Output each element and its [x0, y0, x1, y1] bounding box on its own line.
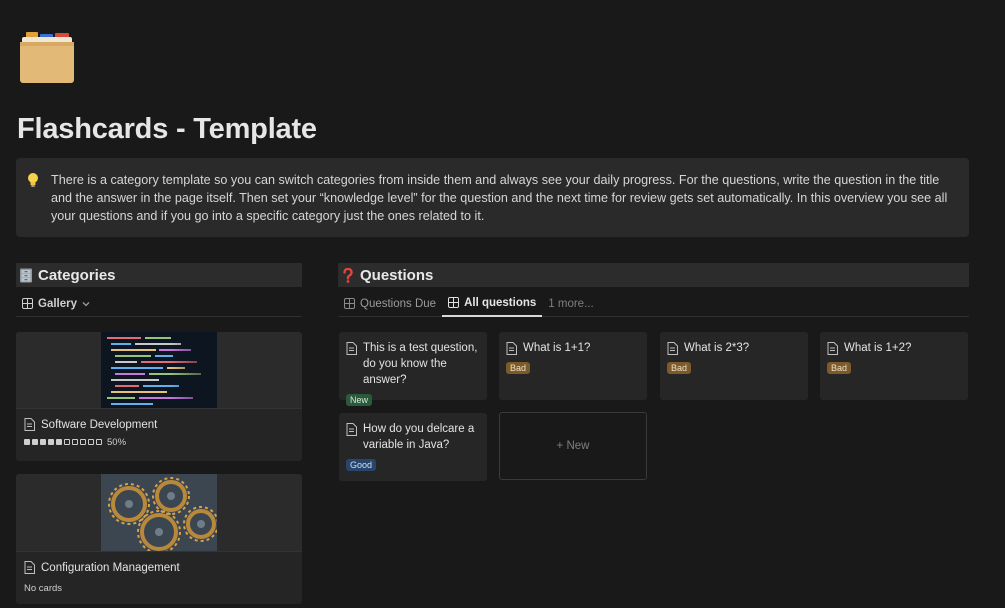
code-screen-image — [101, 332, 217, 408]
card-title: Software Development — [41, 418, 158, 431]
tab-questions-due[interactable]: Questions Due — [338, 291, 442, 317]
gallery-icon — [448, 297, 460, 308]
question-title: What is 1+2? — [844, 342, 912, 354]
card-index-folder-icon[interactable] — [18, 28, 76, 84]
tab-label: Questions Due — [360, 297, 437, 310]
page-icon — [506, 342, 517, 355]
file-cabinet-icon — [18, 267, 34, 283]
tab-all-questions[interactable]: All questions — [442, 291, 543, 317]
categories-header: Categories — [16, 263, 302, 287]
page-icon — [346, 423, 357, 436]
knowledge-tag: Bad — [827, 362, 852, 374]
progress-bar — [24, 437, 104, 448]
progress-property: 50% — [16, 431, 302, 448]
progress-square-filled — [56, 439, 62, 445]
questions-title[interactable]: Questions — [360, 267, 433, 284]
progress-square-empty — [96, 439, 102, 445]
card-cover — [16, 474, 302, 552]
question-card[interactable]: What is 1+2? Bad — [820, 332, 968, 400]
progress-square-empty — [72, 439, 78, 445]
knowledge-tag: New — [346, 394, 373, 406]
question-mark-icon — [340, 267, 356, 283]
page-icon — [346, 342, 357, 355]
card-title-row: Software Development — [16, 409, 302, 431]
card-title-row: This is a test question, do you know the… — [346, 340, 480, 388]
page-icon — [24, 561, 35, 574]
progress-square-empty — [64, 439, 70, 445]
callout-text[interactable]: There is a category template so you can … — [51, 171, 961, 225]
gears-image — [101, 474, 217, 551]
question-card[interactable]: What is 1+1? Bad — [499, 332, 647, 400]
category-card[interactable]: Configuration Management No cards — [16, 474, 302, 604]
new-card-button[interactable]: + New — [499, 412, 647, 480]
questions-view-tabs: Questions Due All questions 1 more... — [338, 291, 969, 317]
view-switcher-gallery[interactable]: Gallery — [16, 291, 97, 317]
category-card[interactable]: Software Development 50% — [16, 332, 302, 461]
new-card-label: + New — [556, 440, 590, 452]
card-title: Configuration Management — [41, 561, 180, 574]
progress-square-filled — [48, 439, 54, 445]
page-icon — [667, 342, 678, 355]
gallery-icon — [22, 298, 33, 309]
question-card[interactable]: What is 2*3? Bad — [660, 332, 808, 400]
card-title-row: How do you delcare a variable in Java? — [346, 421, 480, 453]
progress-square-filled — [40, 439, 46, 445]
lightbulb-icon — [26, 172, 40, 188]
knowledge-tag: Bad — [506, 362, 531, 374]
progress-text: 50% — [107, 437, 127, 448]
page-icon — [827, 342, 838, 355]
status-text: No cards — [24, 583, 63, 594]
progress-square-filled — [32, 439, 38, 445]
progress-square-empty — [80, 439, 86, 445]
question-title: What is 1+1? — [523, 342, 591, 354]
question-title: What is 2*3? — [684, 342, 750, 354]
tab-more[interactable]: 1 more... — [542, 291, 599, 317]
page-title: Flashcards - Template — [17, 113, 317, 145]
question-title: How do you delcare a variable in Java? — [363, 423, 475, 451]
question-title: This is a test question, do you know the… — [363, 342, 478, 386]
gallery-icon — [344, 298, 355, 309]
card-title-row: What is 2*3? — [667, 340, 801, 356]
categories-view-tabs: Gallery — [16, 291, 302, 317]
page-icon — [24, 418, 35, 431]
progress-square-empty — [88, 439, 94, 445]
card-title-row: What is 1+2? — [827, 340, 961, 356]
chevron-down-icon — [82, 301, 90, 306]
progress-square-filled — [24, 439, 30, 445]
knowledge-tag: Bad — [667, 362, 692, 374]
questions-header: Questions — [338, 263, 969, 287]
question-card[interactable]: How do you delcare a variable in Java? G… — [339, 413, 487, 481]
card-title-row: What is 1+1? — [506, 340, 640, 356]
callout: There is a category template so you can … — [16, 158, 969, 237]
categories-title[interactable]: Categories — [38, 267, 116, 284]
card-cover — [16, 332, 302, 409]
view-label: Gallery — [38, 297, 77, 310]
question-card[interactable]: This is a test question, do you know the… — [339, 332, 487, 406]
card-title-row: Configuration Management — [16, 552, 302, 574]
tab-label: All questions — [464, 296, 537, 309]
knowledge-tag: Good — [346, 459, 377, 471]
